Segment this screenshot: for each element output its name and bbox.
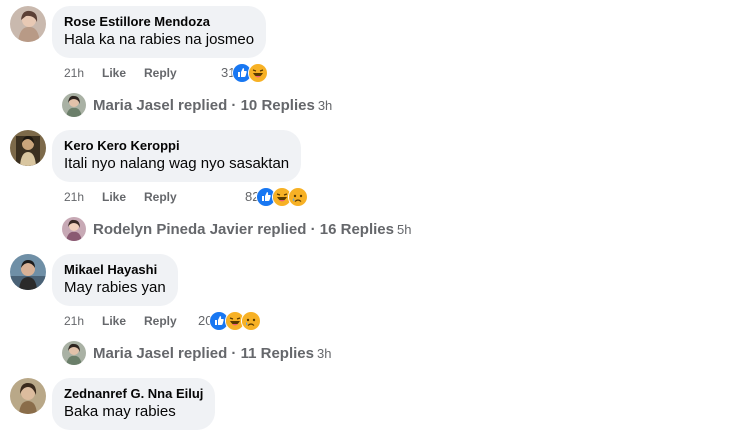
replies-count: 16 Replies xyxy=(319,220,394,238)
like-button[interactable]: Like xyxy=(102,189,126,205)
separator: · xyxy=(306,220,320,238)
replies-time: 5h xyxy=(396,221,412,237)
replier-avatar xyxy=(62,93,86,117)
view-replies-link[interactable]: Maria Jasel replied · 10 Replies 3h xyxy=(62,92,332,118)
reply-button[interactable]: Reply xyxy=(144,313,177,329)
replier-avatar xyxy=(62,341,86,365)
comment-text: Baka may rabies xyxy=(64,403,176,420)
avatar[interactable] xyxy=(10,254,46,290)
replies-count: 11 Replies xyxy=(240,344,314,362)
comment-bubble: Kero Kero Keroppi Itali nyo nalang wag n… xyxy=(52,130,302,182)
view-replies-link[interactable]: Maria Jasel replied · 11 Replies 3h xyxy=(62,340,331,366)
like-button[interactable]: Like xyxy=(102,313,126,329)
reaction-summary[interactable]: 31 xyxy=(221,63,269,83)
replies-summary: Maria Jasel replied · 10 Replies xyxy=(93,97,315,114)
separator: · xyxy=(227,96,241,114)
comment-item: Mikael Hayashi May rabies yan 21h Like R… xyxy=(0,250,750,374)
comment-item: Zednanref G. Nna Eiluj Baka may rabies xyxy=(0,374,750,434)
view-replies-link[interactable]: Rodelyn Pineda Javier replied · 16 Repli… xyxy=(62,216,411,242)
replier-name: Maria Jasel replied xyxy=(93,96,228,114)
avatar[interactable] xyxy=(10,378,46,414)
comment-author[interactable]: Zednanref G. Nna Eiluj xyxy=(64,385,203,402)
comment-bubble: Mikael Hayashi May rabies yan xyxy=(52,254,178,306)
sad-reaction-icon xyxy=(288,187,309,207)
reaction-summary[interactable]: 20 xyxy=(198,311,262,331)
comment-item: Kero Kero Keroppi Itali nyo nalang wag n… xyxy=(0,126,750,250)
comment-timestamp[interactable]: 21h xyxy=(64,313,84,329)
like-button[interactable]: Like xyxy=(102,65,126,81)
reply-button[interactable]: Reply xyxy=(144,189,177,205)
comment-bubble: Zednanref G. Nna Eiluj Baka may rabies xyxy=(52,378,216,430)
comment-author[interactable]: Mikael Hayashi xyxy=(64,261,166,278)
haha-reaction-icon xyxy=(248,63,269,83)
replier-avatar xyxy=(62,217,86,241)
avatar[interactable] xyxy=(10,6,46,42)
comment-timestamp[interactable]: 21h xyxy=(64,189,84,205)
reply-button[interactable]: Reply xyxy=(144,65,177,81)
replies-summary: Rodelyn Pineda Javier replied · 16 Repli… xyxy=(93,221,394,238)
replies-time: 3h xyxy=(317,97,333,113)
replies-time: 3h xyxy=(316,345,332,361)
separator: · xyxy=(227,344,241,362)
replier-name: Rodelyn Pineda Javier replied xyxy=(93,220,307,238)
replier-name: Maria Jasel replied xyxy=(93,344,228,362)
comment-text: May rabies yan xyxy=(64,279,166,296)
comment-author[interactable]: Kero Kero Keroppi xyxy=(64,137,289,154)
avatar[interactable] xyxy=(10,130,46,166)
replies-count: 10 Replies xyxy=(240,96,315,114)
comment-timestamp[interactable]: 21h xyxy=(64,65,84,81)
comment-author[interactable]: Rose Estillore Mendoza xyxy=(64,13,254,30)
sad-reaction-icon xyxy=(241,311,262,331)
comment-bubble: Rose Estillore Mendoza Hala ka na rabies… xyxy=(52,6,267,58)
replies-summary: Maria Jasel replied · 11 Replies xyxy=(93,345,314,362)
comment-text: Itali nyo nalang wag nyo sasaktan xyxy=(64,155,290,172)
comment-item: Rose Estillore Mendoza Hala ka na rabies… xyxy=(0,2,750,126)
comment-text: Hala ka na rabies na josmeo xyxy=(64,31,255,48)
reaction-summary[interactable]: 82 xyxy=(245,187,309,207)
